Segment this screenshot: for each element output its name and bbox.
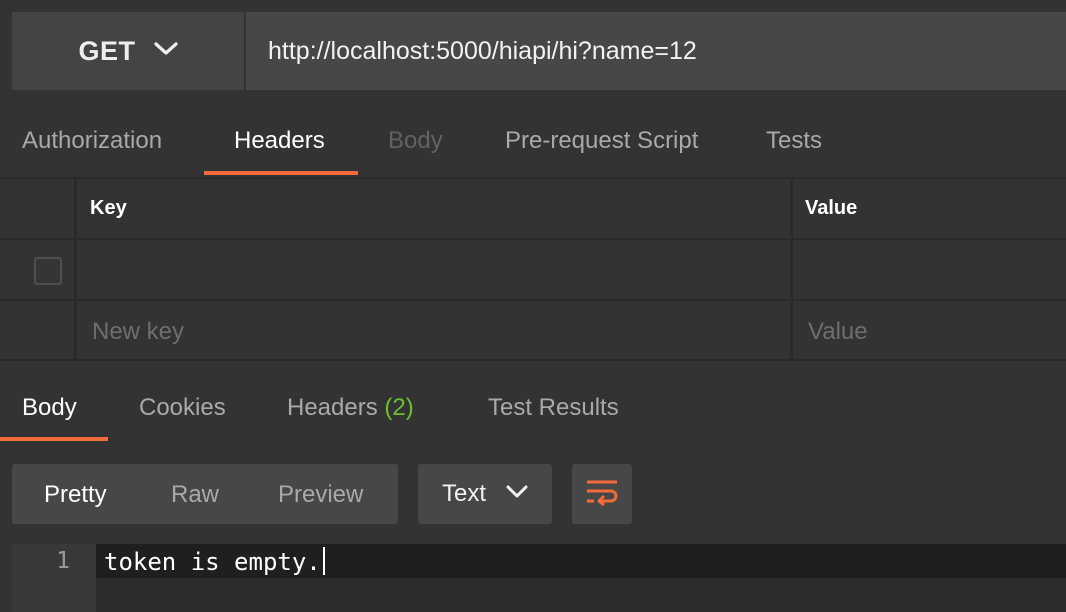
tab-body[interactable]: Body [388,127,443,155]
column-divider [790,177,793,361]
view-pretty-button[interactable]: Pretty [44,481,107,509]
table-divider [0,238,1066,240]
response-tab-body-underline [0,437,108,441]
header-key-input[interactable] [78,241,789,298]
header-value-input[interactable] [794,241,1066,298]
table-divider [0,177,1066,179]
response-tab-body[interactable]: Body [22,394,77,422]
response-tab-cookies[interactable]: Cookies [139,394,226,422]
table-divider [0,359,1066,361]
table-divider [0,299,1066,301]
headers-count-badge: (2) [384,394,414,421]
new-key-input[interactable]: New key [92,318,184,346]
tab-tests[interactable]: Tests [766,127,822,155]
format-label: Text [441,480,486,507]
line-number: 1 [56,548,70,574]
text-caret [322,547,325,575]
header-row-checkbox[interactable] [34,257,62,285]
method-dropdown[interactable]: GET [12,12,244,90]
wrap-lines-button[interactable] [572,464,632,524]
view-preview-button[interactable]: Preview [278,481,363,509]
method-label: GET [78,35,136,66]
tab-headers-underline [204,171,358,175]
response-tab-headers-label: Headers [287,394,378,421]
response-tab-test-results[interactable]: Test Results [488,394,619,422]
response-body-text: token is empty. [104,548,321,576]
chevron-down-icon [506,485,528,504]
response-tab-headers[interactable]: Headers (2) [287,394,414,422]
tab-authorization[interactable]: Authorization [22,127,162,155]
tab-headers[interactable]: Headers [234,127,325,155]
chevron-down-icon [153,41,178,62]
format-dropdown[interactable]: Text [418,464,552,524]
tab-prerequest-script[interactable]: Pre-request Script [505,127,698,155]
response-body-line: token is empty. [104,547,325,576]
column-header-value: Value [805,197,858,219]
view-raw-button[interactable]: Raw [171,481,219,509]
wrap-lines-icon [585,478,619,511]
column-divider [74,177,77,361]
column-header-key: Key [90,197,127,219]
url-text: http://localhost:5000/hiapi/hi?name=12 [268,36,697,65]
new-value-input[interactable]: Value [808,318,868,346]
url-input[interactable]: http://localhost:5000/hiapi/hi?name=12 [246,12,1066,90]
